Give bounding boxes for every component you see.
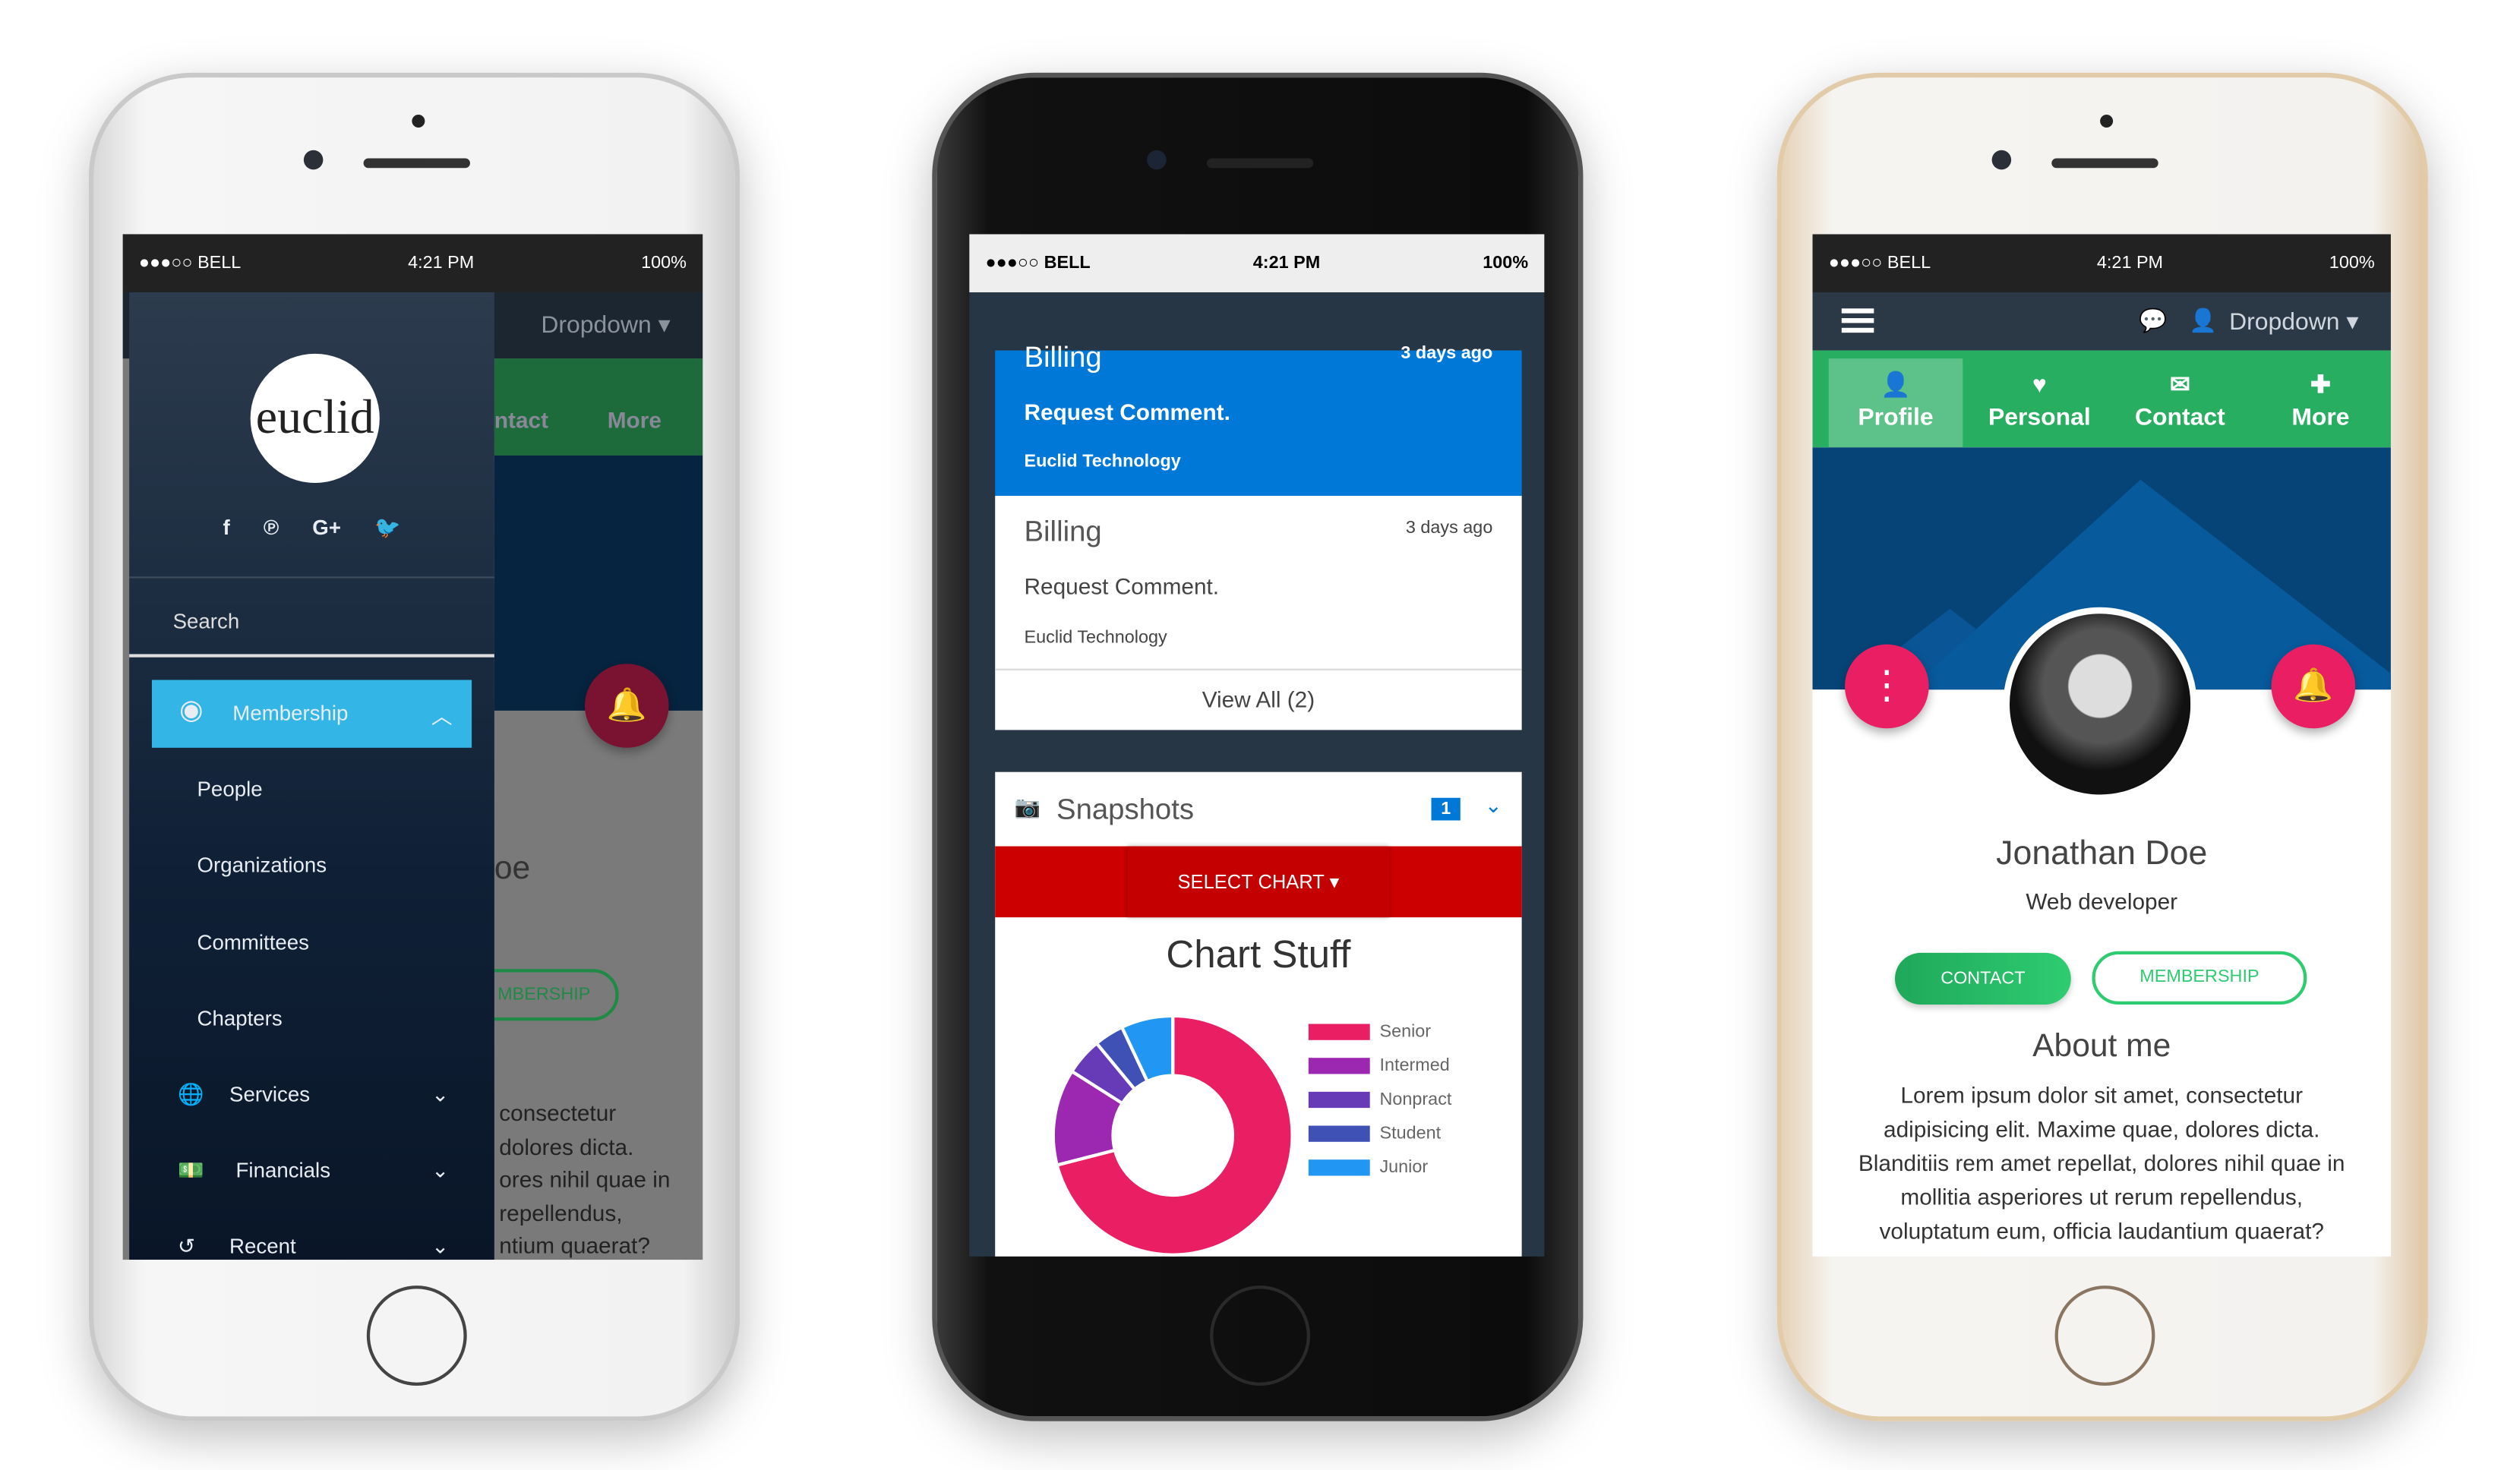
notification-item[interactable]: Billing 3 days ago Request Comment. Eucl…: [995, 495, 1522, 670]
bell-icon[interactable]: 🔔: [584, 664, 669, 748]
sidebar-item-services[interactable]: 🌐 Services ⌄: [129, 1082, 494, 1106]
membership-button[interactable]: MEMBERSHIP: [2092, 951, 2307, 1005]
legend-swatch: [1308, 1159, 1370, 1175]
sidebar-item-organizations[interactable]: Organizations: [129, 853, 494, 877]
tab-more[interactable]: ✚ More: [2250, 351, 2391, 448]
tab-personal[interactable]: ♥ Personal: [1969, 351, 2110, 448]
about-text: Lorem ipsum dolor sit amet, consectetur …: [1858, 1082, 2345, 1244]
legend-swatch: [1308, 1125, 1370, 1141]
legend-label: Student: [1379, 1123, 1442, 1143]
legend-label: Senior: [1379, 1021, 1432, 1041]
contact-button[interactable]: CONTACT: [1894, 952, 2071, 1005]
legend-item: Intermed: [1308, 1048, 1452, 1082]
chevron-down-icon[interactable]: ⌄: [1485, 793, 1502, 819]
sidebar-item-people[interactable]: People: [129, 777, 494, 801]
tab-profile[interactable]: 👤 Profile: [1828, 358, 1963, 448]
carrier: ●●●○○ BELL: [138, 253, 242, 273]
history-icon: ↺: [177, 1234, 196, 1258]
sidebar-item-committees[interactable]: Committees: [129, 930, 494, 954]
money-icon: 💵: [177, 1158, 204, 1182]
screen-right: ●●●○○ BELL 4:21 PM 100% 💬 👤 Dropdown ▾ 👤 Pr…: [1812, 234, 2391, 1257]
more-vertical-icon[interactable]: ⋮: [1845, 644, 1929, 729]
legend-item: Student: [1308, 1116, 1452, 1150]
donut-chart: [1051, 1014, 1294, 1257]
tab-more: More: [607, 407, 662, 434]
legend-item: Junior: [1308, 1150, 1452, 1184]
pinterest-icon[interactable]: ℗: [264, 516, 279, 541]
google-plus-icon[interactable]: G+: [312, 516, 341, 541]
profile-role: Web developer: [2026, 888, 2178, 914]
home-button[interactable]: [2054, 1285, 2155, 1386]
euclid-logo: euclid: [250, 353, 380, 483]
tab-contact-fragment: ntact: [494, 407, 549, 434]
search-input[interactable]: Search: [129, 599, 494, 658]
heart-icon: ♥: [2032, 371, 2047, 399]
legend-swatch: [1308, 1057, 1370, 1074]
home-button[interactable]: [1210, 1285, 1310, 1386]
envelope-icon: ✉: [2169, 371, 2190, 399]
facebook-icon[interactable]: f: [223, 516, 230, 541]
tab-contact[interactable]: ✉ Contact: [2110, 351, 2250, 448]
legend-label: Nonpract: [1379, 1089, 1452, 1109]
battery: 100%: [641, 253, 687, 273]
chevron-up-icon: ︿: [431, 704, 453, 729]
screen-left: ●●●○○ BELL 4:21 PM 100% Dropdown ▾ ntact M…: [122, 234, 703, 1260]
notification-item[interactable]: Billing 3 days ago Request Comment. Eucl…: [995, 341, 1522, 496]
snapshots-panel: 📷 Snapshots 1 ⌄ SELECT CHART ▾ Chart Stu…: [995, 771, 1522, 1257]
legend-swatch: [1308, 1090, 1370, 1108]
sidebar-item-membership[interactable]: ◉ Membership ︿: [151, 680, 472, 748]
plus-icon: ✚: [2310, 371, 2331, 399]
chevron-down-icon: ⌄: [431, 1158, 450, 1182]
clock: 4:21 PM: [408, 253, 475, 273]
select-chart-button[interactable]: SELECT CHART ▾: [1127, 846, 1390, 918]
avatar: [2003, 607, 2197, 801]
sidebar-item-chapters[interactable]: Chapters: [129, 1006, 494, 1030]
user-circle-icon: ◉: [179, 694, 204, 726]
user-icon: 👤: [1881, 371, 1911, 399]
name-fragment: oe: [494, 850, 531, 887]
profile-name: Jonathan Doe: [1996, 834, 2208, 872]
chevron-down-icon: ⌄: [431, 1082, 450, 1106]
snapshot-count-badge: 1: [1431, 797, 1461, 821]
sidebar-item-recent[interactable]: ↺ Recent ⌄: [129, 1234, 494, 1258]
user-dropdown[interactable]: Dropdown ▾: [2229, 307, 2358, 336]
twitter-icon[interactable]: 🐦: [374, 516, 400, 541]
sidebar-item-financials[interactable]: 💵 Financials ⌄: [129, 1158, 494, 1182]
view-all-link[interactable]: View All (2): [995, 670, 1522, 730]
legend-item: Senior: [1308, 1014, 1452, 1049]
hamburger-menu-icon[interactable]: [1841, 308, 1874, 333]
chevron-down-icon: ⌄: [431, 1234, 450, 1258]
chart-title: Chart Stuff: [1166, 933, 1351, 977]
screen-middle: ●●●○○ BELL 4:21 PM 100% Billing 3 days ago…: [969, 234, 1545, 1257]
camera-icon: 📷: [1014, 794, 1041, 819]
about-title: About me: [2032, 1028, 2171, 1065]
legend-swatch: [1308, 1023, 1370, 1039]
user-dropdown[interactable]: Dropdown ▾: [541, 310, 670, 339]
legend-label: Junior: [1379, 1156, 1429, 1177]
user-icon: 👤: [2189, 307, 2218, 333]
side-drawer: euclid f ℗ G+ 🐦 Search ◉ Membership ︿ Peopl…: [129, 292, 494, 1260]
bell-icon[interactable]: 🔔: [2271, 644, 2356, 729]
home-button[interactable]: [366, 1285, 467, 1386]
globe-icon: 🌐: [177, 1082, 204, 1106]
chat-icon[interactable]: 💬: [2139, 307, 2167, 334]
legend-item: Nonpract: [1308, 1082, 1452, 1116]
legend-label: Intermed: [1379, 1055, 1450, 1075]
